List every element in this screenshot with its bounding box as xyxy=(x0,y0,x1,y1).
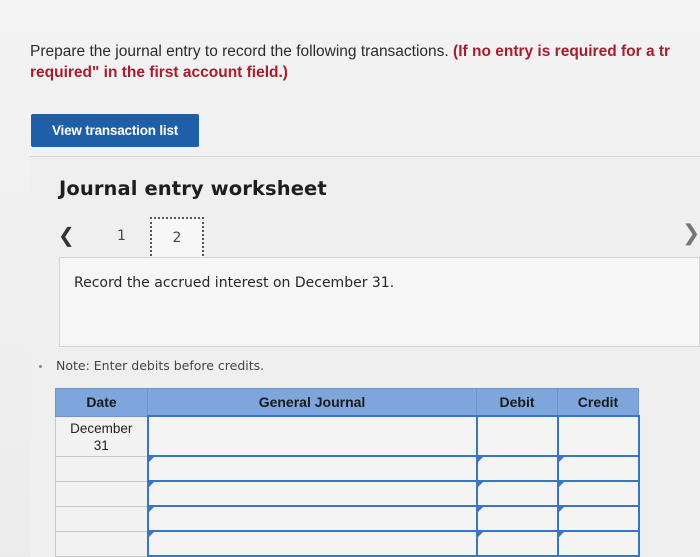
date-cell[interactable] xyxy=(55,505,148,532)
credit-input[interactable] xyxy=(556,455,640,482)
note-bullet xyxy=(39,365,42,368)
debit-input[interactable] xyxy=(475,415,559,457)
instructions-hint-2: required" in the first account field.) xyxy=(30,64,288,81)
instructions-text: Prepare the journal entry to record the … xyxy=(30,43,454,60)
journal-input[interactable] xyxy=(146,530,478,557)
header-debit: Debit xyxy=(476,388,558,417)
table-row xyxy=(55,505,640,532)
credit-input[interactable] xyxy=(556,415,640,457)
debit-input[interactable] xyxy=(475,530,559,557)
journal-input[interactable] xyxy=(146,415,478,457)
step-1-tab[interactable]: 1 xyxy=(117,228,126,244)
date-cell[interactable] xyxy=(55,480,148,507)
table-row xyxy=(55,480,640,507)
credit-input[interactable] xyxy=(556,505,640,532)
date-cell[interactable]: December 31 xyxy=(55,415,148,457)
prompt-box: Record the accrued interest on December … xyxy=(59,257,700,347)
step-2-tab[interactable]: 2 xyxy=(150,217,204,260)
debit-input[interactable] xyxy=(475,505,559,532)
date-cell[interactable] xyxy=(55,455,148,482)
credit-input[interactable] xyxy=(556,480,640,507)
date-cell[interactable] xyxy=(55,530,148,557)
header-date: Date xyxy=(55,388,148,417)
chevron-right-icon[interactable]: ❯ xyxy=(682,221,700,246)
journal-entry-worksheet: Journal entry worksheet ❮ 1 2 ❯ Record t… xyxy=(30,156,700,557)
page: Prepare the journal entry to record the … xyxy=(0,0,700,557)
table-header-row: Date General Journal Debit Credit xyxy=(55,388,639,417)
view-transaction-list-button[interactable]: View transaction list xyxy=(31,114,199,147)
debit-input[interactable] xyxy=(475,455,559,482)
worksheet-title: Journal entry worksheet xyxy=(59,177,327,200)
credit-input[interactable] xyxy=(556,530,640,557)
debit-input[interactable] xyxy=(475,480,559,507)
chevron-left-icon[interactable]: ❮ xyxy=(58,223,75,247)
instructions-hint-1: (If no entry is required for a tr xyxy=(453,43,671,60)
table-row xyxy=(55,455,640,482)
prompt-text: Record the accrued interest on December … xyxy=(74,275,395,291)
journal-input[interactable] xyxy=(146,455,478,482)
header-general-journal: General Journal xyxy=(147,388,477,417)
table-row xyxy=(55,530,640,557)
instructions: Prepare the journal entry to record the … xyxy=(30,41,700,83)
journal-table: Date General Journal Debit Credit Decemb… xyxy=(55,388,640,557)
journal-input[interactable] xyxy=(146,505,478,532)
note-text: Note: Enter debits before credits. xyxy=(56,358,265,373)
journal-input[interactable] xyxy=(146,480,478,507)
table-row: December 31 xyxy=(55,415,640,457)
header-credit: Credit xyxy=(557,388,639,417)
